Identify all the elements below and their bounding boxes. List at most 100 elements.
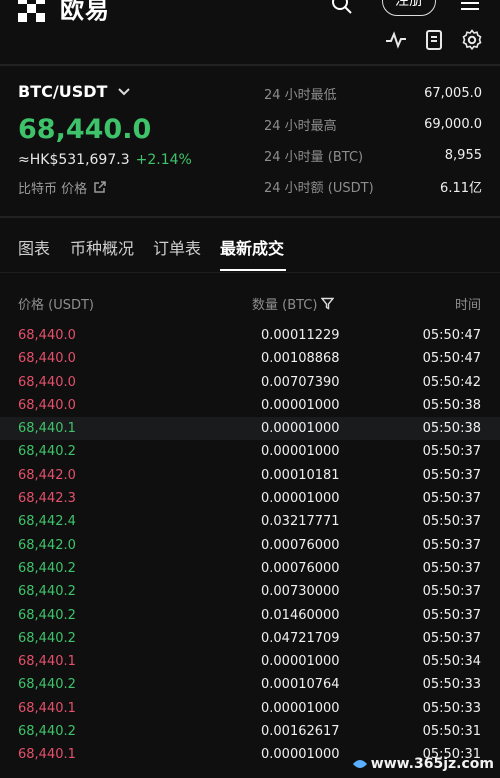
trade-time: 05:50:42 [422, 374, 481, 390]
external-link-icon [94, 181, 106, 193]
trades-list: 68,440.0 0.00011229 05:50:47 68,440.0 0.0010… [0, 324, 500, 767]
table-row: 68,440.1 0.00001000 05:50:34 [0, 650, 500, 673]
trade-price: 68,440.2 [18, 560, 76, 576]
stat-row: 24 小时量 (BTC) 8,955 [264, 140, 482, 171]
trade-time: 05:50:37 [422, 514, 481, 530]
trade-price: 68,440.2 [18, 584, 76, 600]
trade-qty: 0.03217771 [261, 514, 340, 530]
tab-coin-overview[interactable]: 币种概况 [70, 235, 134, 259]
watermark: www.365jz.com [352, 756, 494, 772]
ticker-panel: BTC/USDT 68,440.0 ≈HK$531,697.3 +2.14% 比特… [0, 68, 500, 216]
table-row: 68,440.1 0.00001000 05:50:38 [0, 417, 500, 441]
tab-order-book[interactable]: 订单表 [153, 235, 201, 259]
trade-time: 05:50:33 [422, 677, 481, 693]
trade-time: 05:50:37 [422, 537, 481, 553]
register-button[interactable]: 注册 [382, 0, 436, 16]
fiat-price: ≈HK$531,697.3 [18, 152, 130, 168]
coin-price-link-label: 比特币 价格 [18, 182, 88, 197]
trade-qty: 0.00001000 [261, 700, 340, 716]
trade-qty: 0.00730000 [261, 584, 340, 600]
trade-time: 05:50:37 [422, 560, 481, 576]
search-icon[interactable] [330, 0, 354, 16]
stat-value: 6.11亿 [440, 181, 482, 196]
trade-qty: 0.00162617 [261, 724, 340, 740]
trade-qty: 0.04721709 [261, 630, 340, 646]
trade-time: 05:50:38 [422, 397, 481, 413]
trade-price: 68,440.2 [18, 444, 76, 460]
trade-qty: 0.00001000 [261, 491, 340, 507]
watermark-logo-icon [352, 760, 367, 768]
table-row: 68,442.3 0.00001000 05:50:37 [0, 487, 500, 510]
trade-qty: 0.00076000 [261, 537, 340, 553]
trade-price: 68,440.0 [18, 351, 76, 367]
stat-value: 69,000.0 [424, 117, 482, 132]
table-row: 68,440.1 0.00001000 05:50:33 [0, 697, 500, 720]
table-row: 68,442.4 0.03217771 05:50:37 [0, 510, 500, 533]
stats-list: 24 小时最低 67,005.0 24 小时最高 69,000.0 24 小时量… [264, 78, 482, 202]
trade-qty: 0.00001000 [261, 421, 340, 437]
trade-price: 68,440.2 [18, 724, 76, 740]
fiat-price-line: ≈HK$531,697.3 +2.14% [18, 152, 192, 168]
table-row: 68,440.0 0.00707390 05:50:42 [0, 371, 500, 394]
stat-label: 24 小时最高 [264, 119, 337, 134]
table-row: 68,440.2 0.00076000 05:50:37 [0, 557, 500, 580]
trade-price: 68,440.0 [18, 328, 76, 343]
trade-price: 68,440.2 [18, 630, 76, 646]
table-row: 68,442.0 0.00010181 05:50:37 [0, 464, 500, 487]
table-row: 68,440.2 0.00730000 05:50:37 [0, 580, 500, 603]
stat-label: 24 小时额 (USDT) [264, 181, 374, 196]
divider [0, 216, 500, 218]
trade-price: 68,442.0 [18, 537, 76, 553]
trade-qty: 0.00010764 [261, 677, 340, 693]
trade-price: 68,440.1 [18, 654, 76, 670]
pair-selector[interactable]: BTC/USDT [18, 82, 131, 101]
stat-row: 24 小时最低 67,005.0 [264, 78, 482, 109]
trade-time: 05:50:37 [422, 491, 481, 507]
col-header-time: 时间 [454, 298, 481, 313]
settings-gear-icon[interactable] [460, 28, 484, 52]
watermark-text: www.365jz.com [370, 756, 494, 772]
filter-icon[interactable] [321, 297, 335, 310]
trade-time: 05:50:33 [422, 700, 481, 716]
trade-time: 05:50:38 [422, 421, 481, 437]
trade-price: 68,442.0 [18, 467, 76, 483]
logo-mark-icon [18, 0, 52, 22]
trade-time: 05:50:31 [422, 724, 481, 740]
logo-text: 欧易 [60, 0, 110, 24]
table-row: 68,440.2 0.01460000 05:50:37 [0, 604, 500, 627]
divider [0, 64, 500, 66]
trade-qty: 0.00010181 [261, 467, 340, 483]
table-row: 68,440.0 0.00001000 05:50:38 [0, 394, 500, 417]
tab-bar: 图表 币种概况 订单表 最新成交 [0, 220, 500, 272]
col-header-price: 价格 (USDT) [18, 298, 94, 313]
menu-icon[interactable] [460, 0, 480, 12]
logo[interactable]: 欧易 [18, 0, 110, 25]
trade-time: 05:50:47 [422, 351, 481, 367]
stat-label: 24 小时最低 [264, 88, 337, 103]
coin-price-link[interactable]: 比特币 价格 [18, 178, 106, 197]
trade-price: 68,440.2 [18, 607, 76, 623]
trade-qty: 0.00011229 [261, 328, 340, 343]
trade-price: 68,440.0 [18, 374, 76, 390]
trade-time: 05:50:37 [422, 584, 481, 600]
trade-qty: 0.00076000 [261, 560, 340, 576]
trade-price: 68,440.1 [18, 421, 76, 437]
trade-time: 05:50:34 [422, 654, 481, 670]
trade-price: 68,440.0 [18, 397, 76, 413]
price-change: +2.14% [135, 152, 192, 168]
tab-chart[interactable]: 图表 [18, 235, 50, 259]
trade-qty: 0.00001000 [261, 747, 340, 763]
pulse-chart-icon[interactable] [384, 28, 408, 52]
pair-label: BTC/USDT [18, 82, 108, 101]
trade-price: 68,440.1 [18, 700, 76, 716]
trade-price: 68,440.2 [18, 677, 76, 693]
trade-qty: 0.00001000 [261, 654, 340, 670]
divider [0, 272, 500, 273]
clipboard-icon[interactable] [422, 28, 446, 52]
trade-time: 05:50:37 [422, 467, 481, 483]
trade-price: 68,440.1 [18, 747, 76, 763]
active-tab-indicator [220, 269, 286, 271]
table-row: 68,440.0 0.00108868 05:50:47 [0, 347, 500, 370]
tab-latest-trades[interactable]: 最新成交 [220, 235, 284, 259]
col-header-qty[interactable]: 数量 (BTC) [252, 294, 335, 313]
